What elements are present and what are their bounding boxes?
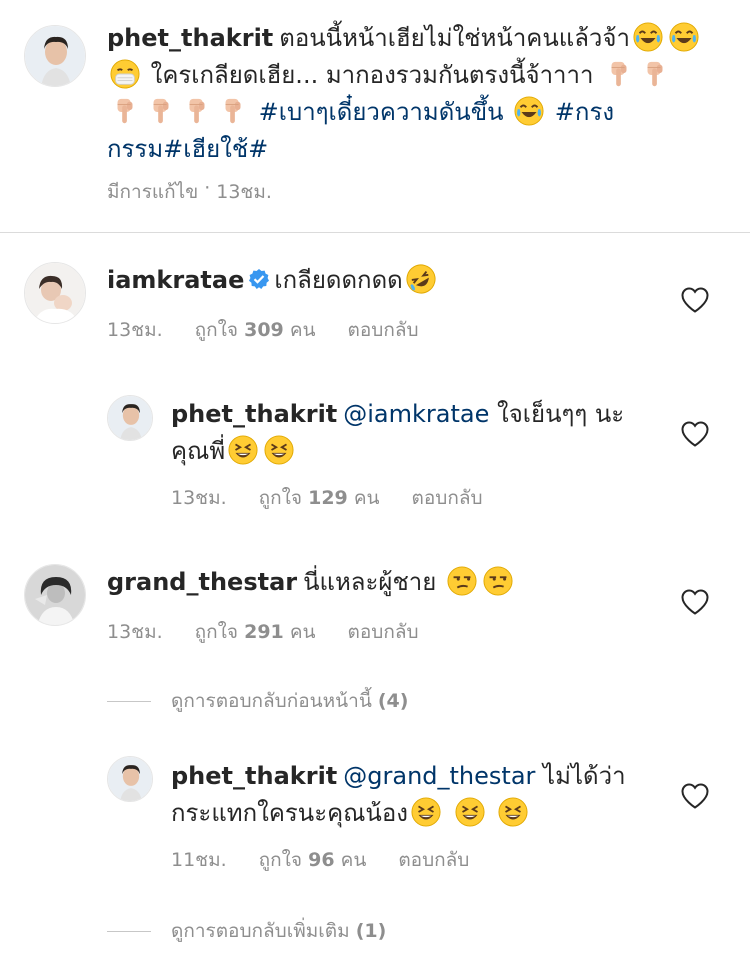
face-with-tears-of-joy-icon	[669, 22, 699, 52]
view-more-replies[interactable]: ดูการตอบกลับเพิ่มเติม (1)	[107, 916, 386, 946]
unamused-face-icon	[483, 566, 513, 596]
face-with-medical-mask-icon	[110, 59, 140, 89]
likes-number: 291	[244, 621, 284, 643]
comment-time: 13ชม.	[107, 621, 163, 643]
likes-count[interactable]: ถูกใจ 96 คน	[259, 845, 367, 875]
meta-separator: ·	[204, 177, 211, 199]
likes-count[interactable]: ถูกใจ 309 คน	[195, 315, 316, 345]
comment-body-line2: กระแทกใครนะคุณน้อง	[171, 799, 408, 827]
reply-button[interactable]: ตอบกลับ	[348, 617, 419, 647]
comment-text: phet_thakrit @grand_thestar ไม่ได้ว่า กระ…	[171, 758, 651, 832]
reply-button[interactable]: ตอบกลับ	[412, 483, 483, 513]
comment-text: grand_thestar นี่แหละผู้ชาย	[107, 564, 667, 601]
grinning-squinting-face-icon	[455, 797, 485, 827]
caption-meta: มีการแก้ไข · 13ชม.	[107, 177, 272, 207]
likes-prefix: ถูกใจ	[194, 319, 239, 341]
avatar[interactable]	[107, 395, 153, 441]
likes-number: 129	[308, 487, 348, 509]
reply-button[interactable]: ตอบกลับ	[348, 315, 419, 345]
backhand-index-pointing-down-icon	[604, 59, 634, 89]
divider-line	[107, 930, 151, 932]
caption-divider	[0, 232, 750, 233]
comment-time: 13ชม.	[107, 319, 163, 341]
heart-outline-icon[interactable]	[680, 420, 710, 448]
mention-link[interactable]: @grand_thestar	[343, 762, 535, 790]
comment-meta: 13ชม. ถูกใจ 291 คน ตอบกลับ	[107, 617, 419, 647]
heart-outline-icon[interactable]	[680, 782, 710, 810]
rolling-on-floor-laughing-icon	[406, 264, 436, 294]
comment-text: iamkratae เกลียดดกดด	[107, 262, 667, 299]
verified-badge-icon	[249, 269, 270, 289]
backhand-index-pointing-down-icon	[110, 96, 140, 126]
comment-meta: 11ชม. ถูกใจ 96 คน ตอบกลับ	[171, 845, 469, 875]
avatar-image	[25, 565, 85, 625]
backhand-index-pointing-down-icon	[218, 96, 248, 126]
caption-username[interactable]: phet_thakrit	[107, 24, 273, 52]
unamused-face-icon	[447, 566, 477, 596]
comment-meta: 13ชม. ถูกใจ 129 คน ตอบกลับ	[171, 483, 483, 513]
view-more-count: (1)	[355, 920, 387, 942]
view-more-label: ดูการตอบกลับเพิ่มเติม (1)	[171, 916, 386, 946]
edited-label: มีการแก้ไข	[107, 181, 199, 203]
caption-line2: ใครเกลียดเฮีย... มากองรวมกันตรงนี้จ้าาาา	[150, 61, 594, 89]
caption-line1: ตอนนี้หน้าเฮียไม่ใช่หน้าคนแล้วจ้า	[279, 24, 630, 52]
divider-line	[107, 700, 151, 702]
likes-count[interactable]: ถูกใจ 291 คน	[195, 617, 316, 647]
grinning-squinting-face-icon	[498, 797, 528, 827]
comment-body: นี่แหละผู้ชาย	[303, 568, 437, 596]
likes-number: 309	[244, 319, 284, 341]
view-previous-count: (4)	[377, 690, 409, 712]
mention-link[interactable]: @iamkratae	[343, 400, 489, 428]
comment-body: เกลียดดกดด	[274, 266, 403, 294]
avatar[interactable]	[24, 262, 86, 324]
backhand-index-pointing-down-icon	[146, 96, 176, 126]
likes-suffix: คน	[289, 621, 316, 643]
comment-text: phet_thakrit @iamkratae ใจเย็นๆๆ นะคุณพี่	[171, 396, 641, 470]
likes-count[interactable]: ถูกใจ 129 คน	[259, 483, 380, 513]
comment-meta: 13ชม. ถูกใจ 309 คน ตอบกลับ	[107, 315, 419, 345]
comment-time: 11ชม.	[171, 849, 227, 871]
likes-suffix: คน	[353, 487, 380, 509]
grinning-squinting-face-icon	[264, 435, 294, 465]
reply-button[interactable]: ตอบกลับ	[398, 845, 469, 875]
caption-text: phet_thakrit ตอนนี้หน้าเฮียไม่ใช่หน้าคนแล…	[107, 20, 707, 168]
avatar[interactable]	[24, 564, 86, 626]
likes-prefix: ถูกใจ	[194, 621, 239, 643]
comment-body-line1: ไม่ได้ว่า	[543, 762, 626, 790]
backhand-index-pointing-down-icon	[182, 96, 212, 126]
avatar-image	[108, 757, 152, 801]
view-previous-text: ดูการตอบกลับก่อนหน้านี้	[171, 690, 372, 712]
caption-time: 13ชม.	[216, 181, 272, 203]
view-previous-replies[interactable]: ดูการตอบกลับก่อนหน้านี้ (4)	[107, 686, 408, 716]
grinning-squinting-face-icon	[228, 435, 258, 465]
backhand-index-pointing-down-icon	[640, 59, 670, 89]
comment-username[interactable]: grand_thestar	[107, 568, 297, 596]
heart-outline-icon[interactable]	[680, 588, 710, 616]
view-more-text: ดูการตอบกลับเพิ่มเติม	[171, 920, 350, 942]
grinning-squinting-face-icon	[411, 797, 441, 827]
comment-time: 13ชม.	[171, 487, 227, 509]
avatar[interactable]	[24, 25, 86, 87]
heart-outline-icon[interactable]	[680, 286, 710, 314]
avatar-image	[108, 396, 152, 440]
avatar-image	[25, 26, 85, 86]
comment-username[interactable]: phet_thakrit	[171, 762, 337, 790]
face-with-tears-of-joy-icon	[514, 96, 544, 126]
likes-prefix: ถูกใจ	[258, 487, 303, 509]
comment-username[interactable]: iamkratae	[107, 266, 244, 294]
face-with-tears-of-joy-icon	[633, 22, 663, 52]
avatar[interactable]	[107, 756, 153, 802]
view-previous-label: ดูการตอบกลับก่อนหน้านี้ (4)	[171, 686, 408, 716]
avatar-image	[25, 263, 85, 323]
likes-suffix: คน	[340, 849, 367, 871]
likes-prefix: ถูกใจ	[258, 849, 303, 871]
hashtag-link[interactable]: #เบาๆเดี๋ยวความดันขึ้น	[259, 98, 504, 126]
comment-username[interactable]: phet_thakrit	[171, 400, 337, 428]
likes-suffix: คน	[289, 319, 316, 341]
likes-number: 96	[308, 849, 335, 871]
